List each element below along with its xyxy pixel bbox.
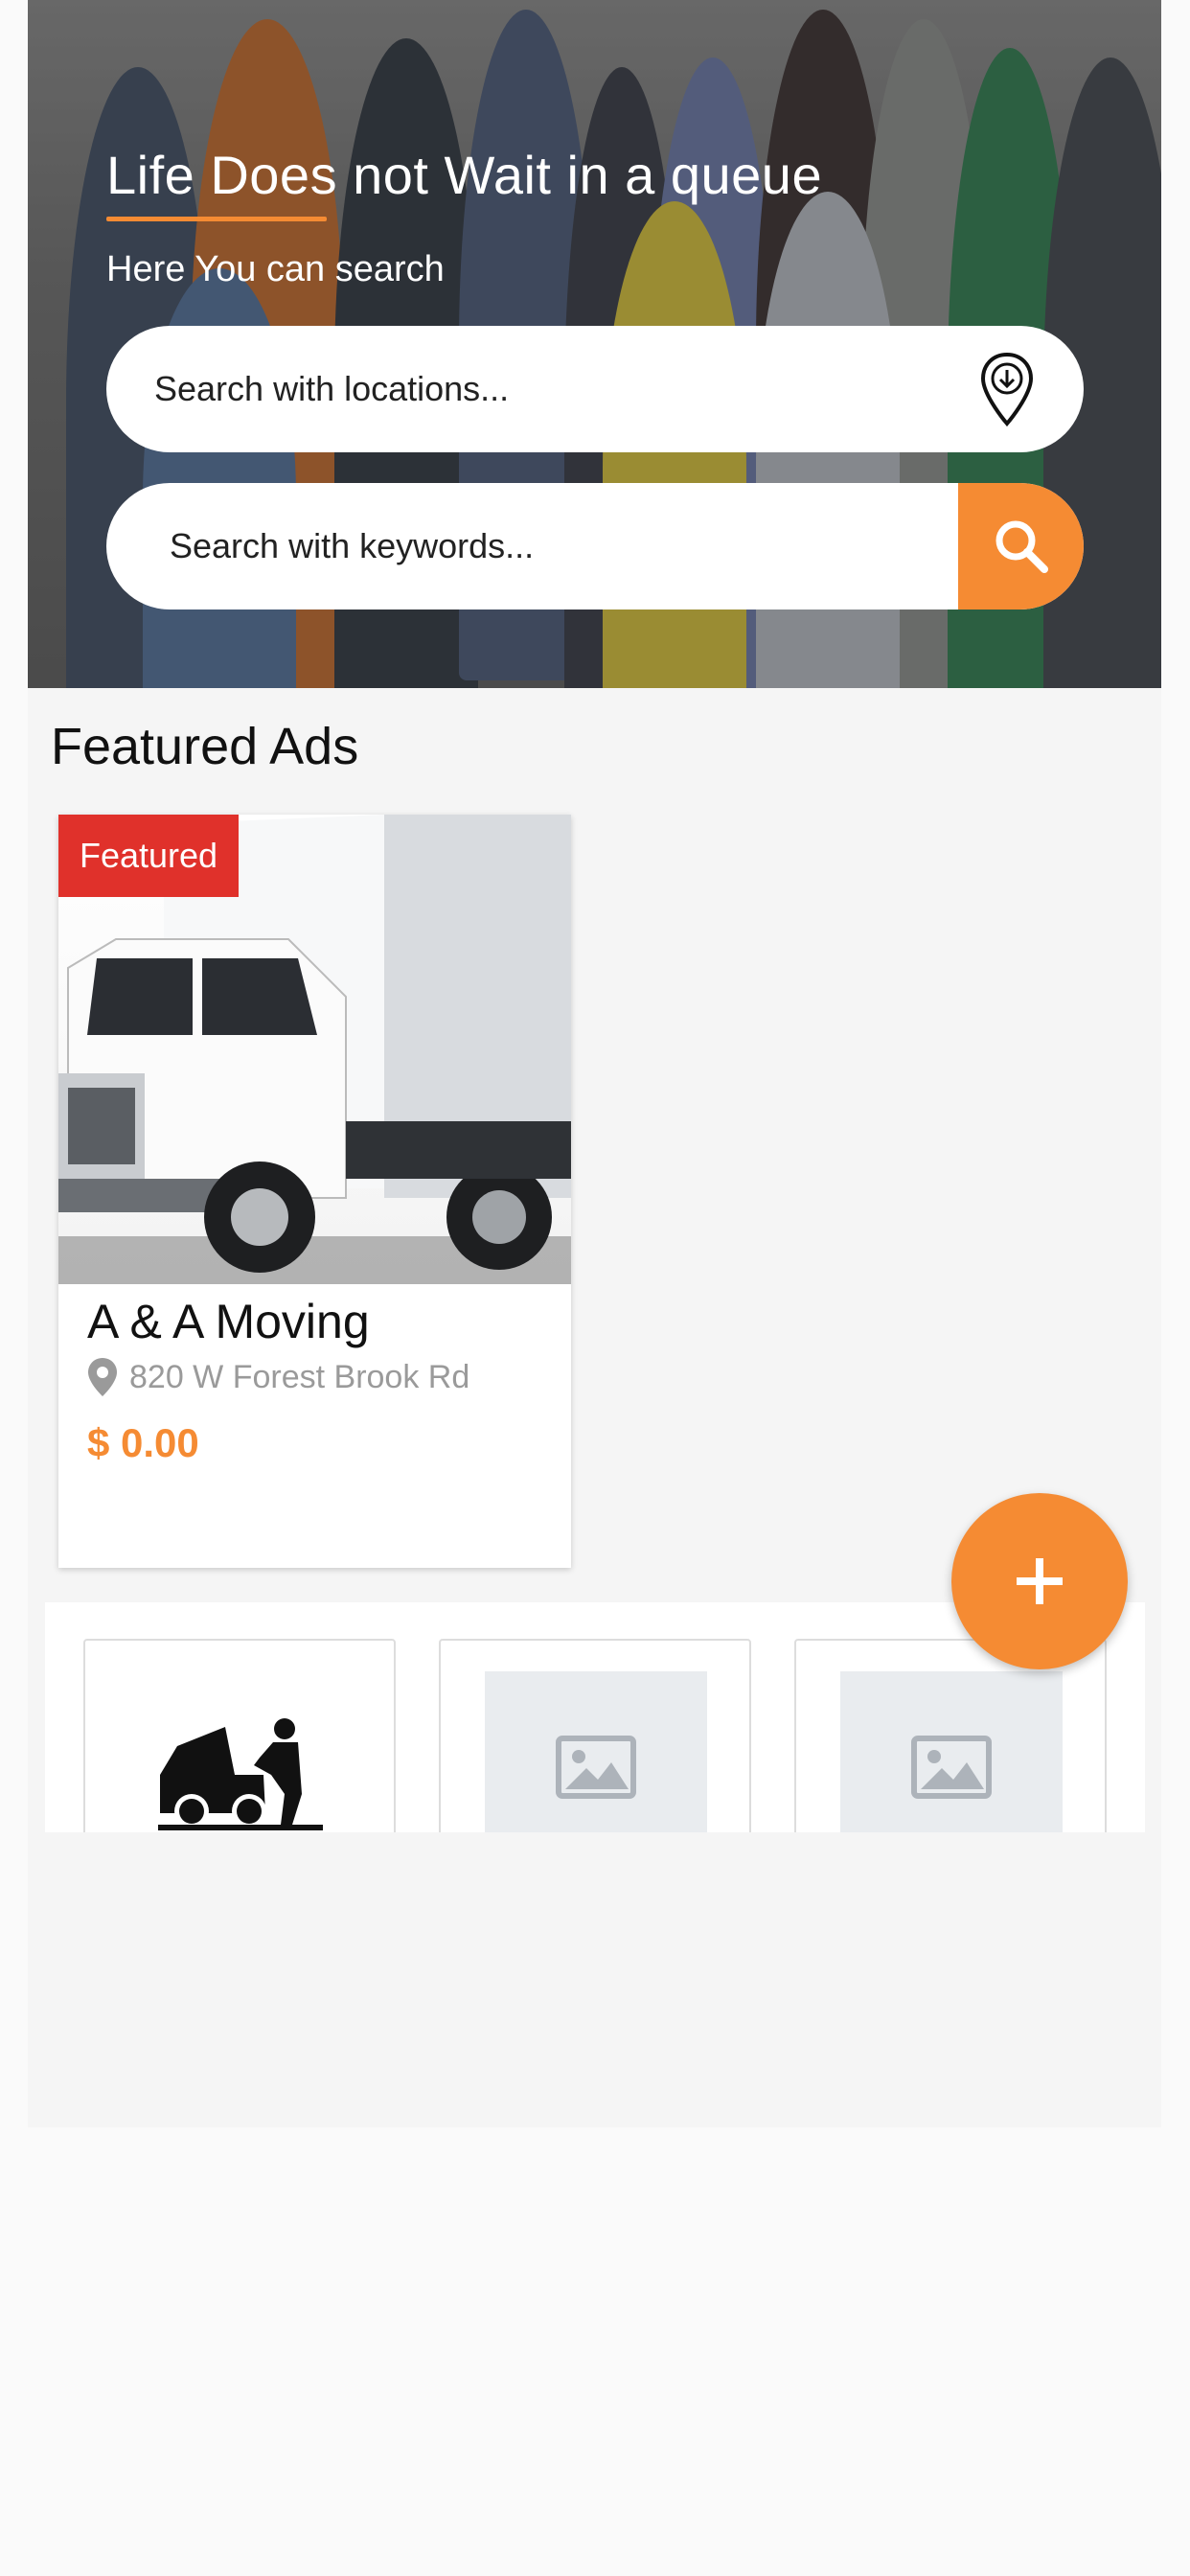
- title-underline: [106, 217, 327, 221]
- keyword-search-input[interactable]: Search with keywords...: [106, 483, 1084, 610]
- hero-banner: Life Does not Wait in a queue Here You c…: [28, 0, 1161, 688]
- location-search-placeholder: Search with locations...: [154, 369, 510, 408]
- image-placeholder: [485, 1671, 707, 1832]
- ad-price: $ 0.00: [87, 1420, 199, 1465]
- mechanic-car-repair-icon: [158, 1718, 323, 1830]
- search-button[interactable]: [958, 483, 1084, 610]
- ad-address: 820 W Forest Brook Rd: [129, 1358, 470, 1395]
- keyword-search-placeholder: Search with keywords...: [170, 526, 535, 565]
- app-screen: Life Does not Wait in a queue Here You c…: [28, 0, 1161, 2128]
- plus-icon: [1017, 1558, 1063, 1604]
- category-tile[interactable]: [439, 1639, 751, 1832]
- featured-badge: Featured: [58, 815, 239, 897]
- location-search-input[interactable]: Search with locations...: [106, 326, 1084, 452]
- hero-title: Life Does not Wait in a queue: [106, 145, 823, 205]
- add-ad-button[interactable]: [951, 1493, 1128, 1669]
- featured-section-title: Featured Ads: [51, 718, 359, 775]
- image-placeholder-icon: [556, 1736, 636, 1799]
- ad-address-row: 820 W Forest Brook Rd: [87, 1357, 469, 1397]
- image-placeholder-icon: [911, 1736, 992, 1799]
- location-marker-icon: [88, 1358, 117, 1396]
- hero-subtitle: Here You can search: [106, 249, 445, 289]
- search-icon: [995, 520, 1048, 573]
- location-pin-icon[interactable]: [978, 351, 1036, 427]
- category-tile[interactable]: [794, 1639, 1107, 1832]
- category-tile[interactable]: [83, 1639, 396, 1832]
- featured-ad-card[interactable]: Featured A & A Moving 820 W Forest Brook…: [58, 815, 571, 1568]
- ad-title[interactable]: A & A Moving: [87, 1294, 370, 1349]
- ad-image: Featured: [58, 815, 571, 1284]
- image-placeholder: [840, 1671, 1063, 1832]
